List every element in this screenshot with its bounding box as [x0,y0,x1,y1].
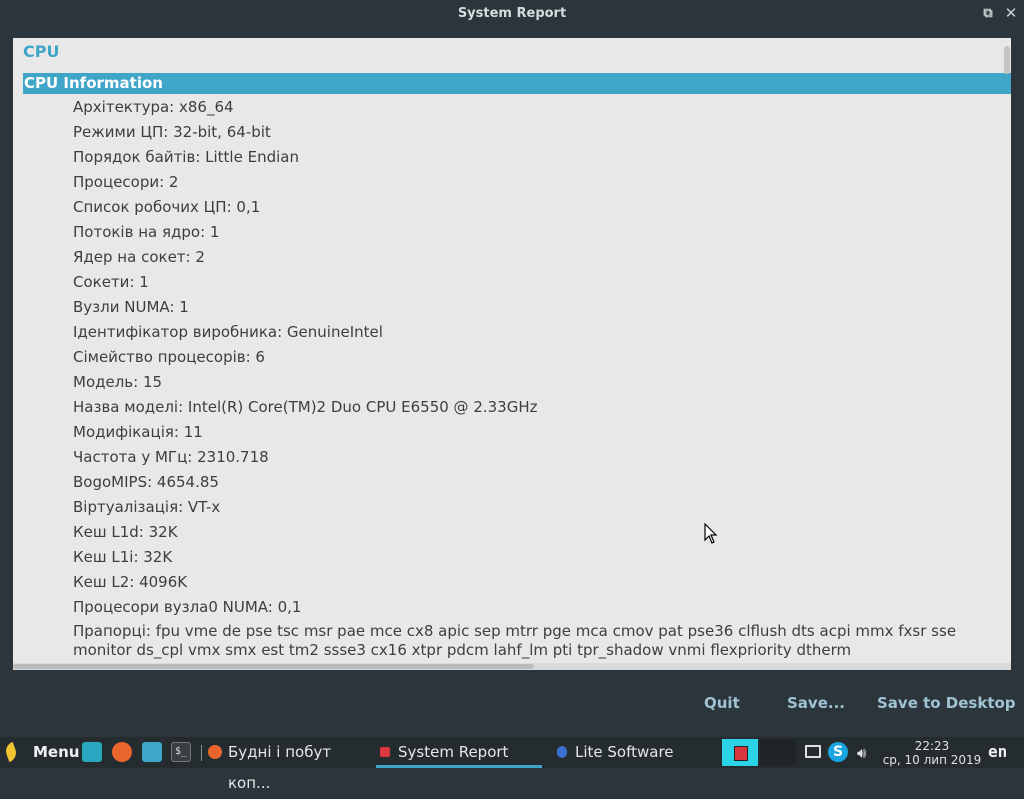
taskbar-separator [201,745,202,761]
quit-button[interactable]: Quit [704,685,740,721]
flags-row: Прапорці: fpu vme de pse tsc msr pae mce… [73,622,1011,660]
flags-line-1: Прапорці: fpu vme de pse tsc msr pae mce… [73,622,957,640]
info-row: Модель: 15 [73,373,163,391]
info-row: Сімейство процесорів: 6 [73,348,265,366]
section-header: CPU Information [23,73,1011,94]
info-row: Потоків на ядро: 1 [73,223,220,241]
info-row: Вузли NUMA: 1 [73,298,189,316]
info-row: Частота у МГц: 2310.718 [73,448,269,466]
workspace-2[interactable] [760,739,796,766]
save-button[interactable]: Save... [787,685,845,721]
menu-logo-icon[interactable] [3,741,26,763]
firefox-icon [208,745,222,759]
workspace-window-icon [734,746,748,761]
task-lite-software[interactable]: Lite Software [553,737,713,768]
category-title: CPU [23,42,60,61]
info-row: Архітектура: x86_64 [73,98,234,116]
info-row: Модифікація: 11 [73,423,203,441]
window-titlebar: System Report ⧉ ✕ [0,0,1024,27]
info-row: Віртуалізація: VT-x [73,498,221,516]
file-manager-icon[interactable] [142,742,162,762]
info-row: Сокети: 1 [73,273,149,291]
flags-line-2: monitor ds_cpl vmx smx est tm2 ssse3 cx1… [73,641,852,659]
firefox-launcher-icon[interactable] [112,742,132,762]
info-row: Список робочих ЦП: 0,1 [73,198,261,216]
horizontal-scrollbar[interactable] [13,663,1011,670]
report-panel[interactable]: CPU CPU Information Архітектура: x86_64 Р… [13,38,1011,670]
clock[interactable]: 22:23 ср, 10 лип 2019 [878,739,986,767]
notifications-icon[interactable] [805,745,821,758]
task-browser[interactable]: Будні і побут коп... [206,737,374,792]
info-row: Порядок байтів: Little Endian [73,148,299,166]
window-title: System Report [457,6,567,21]
volume-icon[interactable]: 🔊︎ [857,743,877,763]
show-desktop-icon[interactable] [82,742,102,762]
vertical-scrollbar-thumb[interactable] [1004,46,1010,74]
skype-icon[interactable]: S [828,742,848,762]
info-row: Кеш L1i: 32K [73,548,173,566]
info-row: Процесори: 2 [73,173,179,191]
terminal-icon[interactable]: $_ [171,742,191,762]
info-list: Архітектура: x86_64 Режими ЦП: 32-bit, 64… [73,95,1011,620]
horizontal-scrollbar-thumb[interactable] [13,664,534,669]
info-row: Ідентифікатор виробника: GenuineIntel [73,323,383,341]
info-row: Процесори вузла0 NUMA: 0,1 [73,598,302,616]
lite-software-icon [557,746,567,758]
save-to-desktop-button[interactable]: Save to Desktop [877,685,1016,721]
menu-button[interactable]: Menu [33,737,79,768]
task-system-report[interactable]: System Report [376,737,542,768]
taskbar: Menu $_ Будні і побут коп... System Repo… [0,737,1024,792]
info-row: BogoMIPS: 4654.85 [73,473,219,491]
close-icon[interactable]: ✕ [1000,0,1022,27]
system-report-icon [380,747,390,757]
mouse-pointer-icon [704,523,718,544]
restore-window-icon[interactable]: ⧉ [977,0,999,27]
info-row: Ядер на сокет: 2 [73,248,205,266]
keyboard-layout[interactable]: en [988,742,1007,761]
info-row: Кеш L1d: 32K [73,523,178,541]
task-label: System Report [398,743,509,761]
info-row: Режими ЦП: 32-bit, 64-bit [73,123,271,141]
clock-time: 22:23 [914,739,950,753]
task-label: Lite Software [575,743,674,761]
info-row: Кеш L2: 4096K [73,573,188,591]
vertical-scrollbar[interactable] [1003,38,1011,670]
clock-date: ср, 10 лип 2019 [882,753,982,767]
workspace-1[interactable] [722,739,758,766]
info-row: Назва моделі: Intel(R) Core(TM)2 Duo CPU… [73,398,538,416]
